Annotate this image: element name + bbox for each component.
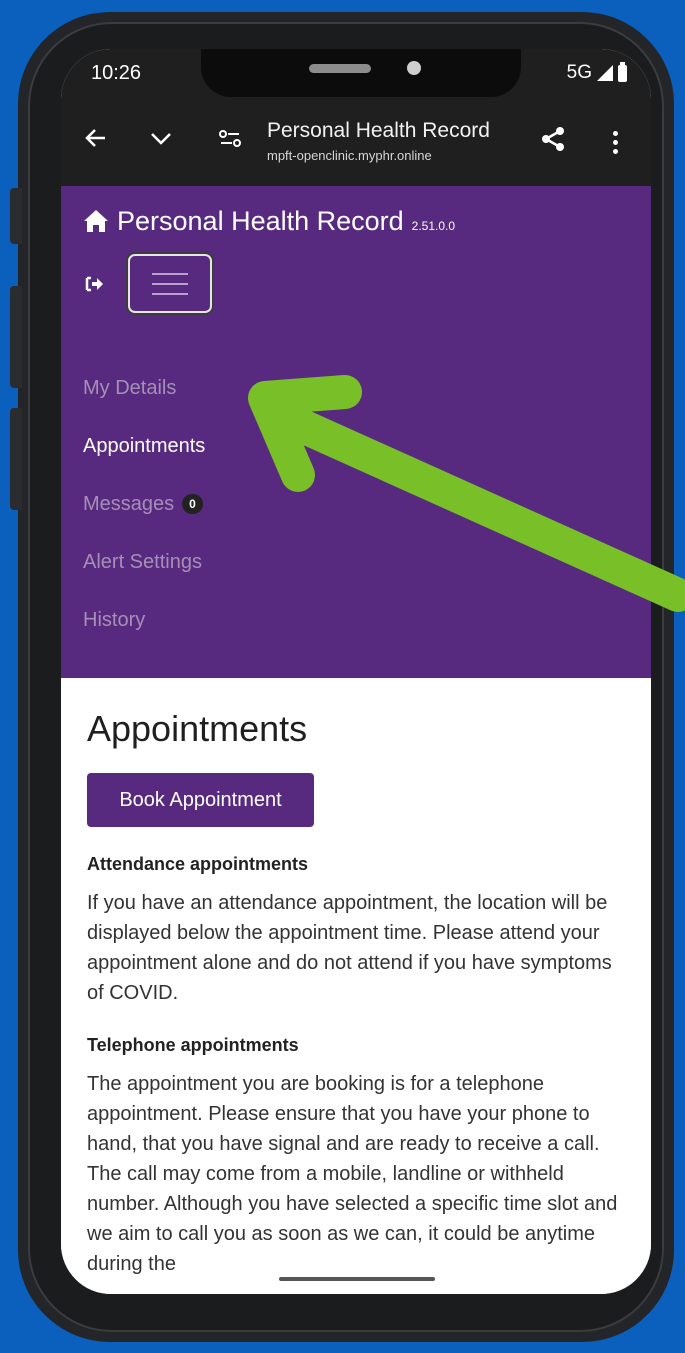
home-indicator[interactable]: [279, 1277, 435, 1281]
app-navbar: Personal Health Record 2.51.0.0 My Detai…: [61, 186, 651, 678]
battery-icon: [618, 61, 627, 82]
phone-side-button: [10, 188, 22, 244]
chevron-down-icon[interactable]: [148, 125, 174, 157]
hamburger-line: [152, 282, 188, 285]
camera-notch: [201, 49, 521, 97]
network-status: 5G: [566, 61, 627, 84]
brand-title: Personal Health Record: [117, 206, 404, 236]
camera-icon: [407, 61, 421, 75]
browser-url[interactable]: mpft-openclinic.myphr.online: [267, 148, 432, 163]
phone-screen: 10:26 5G Personal Health Record mpft-ope…: [61, 49, 651, 1294]
network-type: 5G: [566, 62, 592, 83]
share-icon[interactable]: [539, 125, 567, 159]
main-content: Appointments Book Appointment Attendance…: [61, 678, 651, 1294]
status-bar: 10:26 5G: [61, 49, 651, 101]
nav-alert-settings[interactable]: Alert Settings: [83, 551, 202, 574]
logout-icon[interactable]: [85, 276, 103, 297]
app-version: 2.51.0.0: [411, 219, 456, 233]
telephone-text: The appointment you are booking is for a…: [87, 1073, 618, 1275]
browser-toolbar: Personal Health Record mpft-openclinic.m…: [61, 101, 651, 186]
browser-page-title[interactable]: Personal Health Record: [267, 119, 490, 143]
nav-history[interactable]: History: [83, 609, 145, 632]
speaker-icon: [309, 64, 371, 73]
nav-my-details[interactable]: My Details: [83, 377, 176, 400]
hamburger-line: [152, 272, 188, 275]
status-time: 10:26: [91, 62, 142, 84]
book-appointment-button[interactable]: Book Appointment: [87, 773, 314, 827]
hamburger-line: [152, 292, 188, 295]
nav-messages-label: Messages: [83, 493, 175, 515]
volume-up-button: [10, 286, 22, 388]
more-vert-icon[interactable]: [613, 131, 619, 158]
telephone-heading: Telephone appointments: [87, 1035, 299, 1055]
home-icon: [83, 209, 109, 233]
signal-icon: [597, 65, 613, 81]
attendance-heading: Attendance appointments: [87, 854, 309, 874]
nav-messages[interactable]: Messages 0: [83, 493, 203, 516]
nav-appointments[interactable]: Appointments: [83, 435, 205, 458]
page-info-icon[interactable]: [217, 125, 243, 157]
app-brand[interactable]: Personal Health Record 2.51.0.0: [83, 206, 455, 237]
volume-down-button: [10, 408, 22, 510]
attendance-text: If you have an attendance appointment, t…: [87, 892, 612, 1004]
page-title: Appointments: [87, 708, 308, 749]
back-arrow-icon[interactable]: [83, 125, 109, 157]
menu-toggle-button[interactable]: [128, 254, 212, 313]
messages-count-badge: 0: [182, 494, 203, 514]
